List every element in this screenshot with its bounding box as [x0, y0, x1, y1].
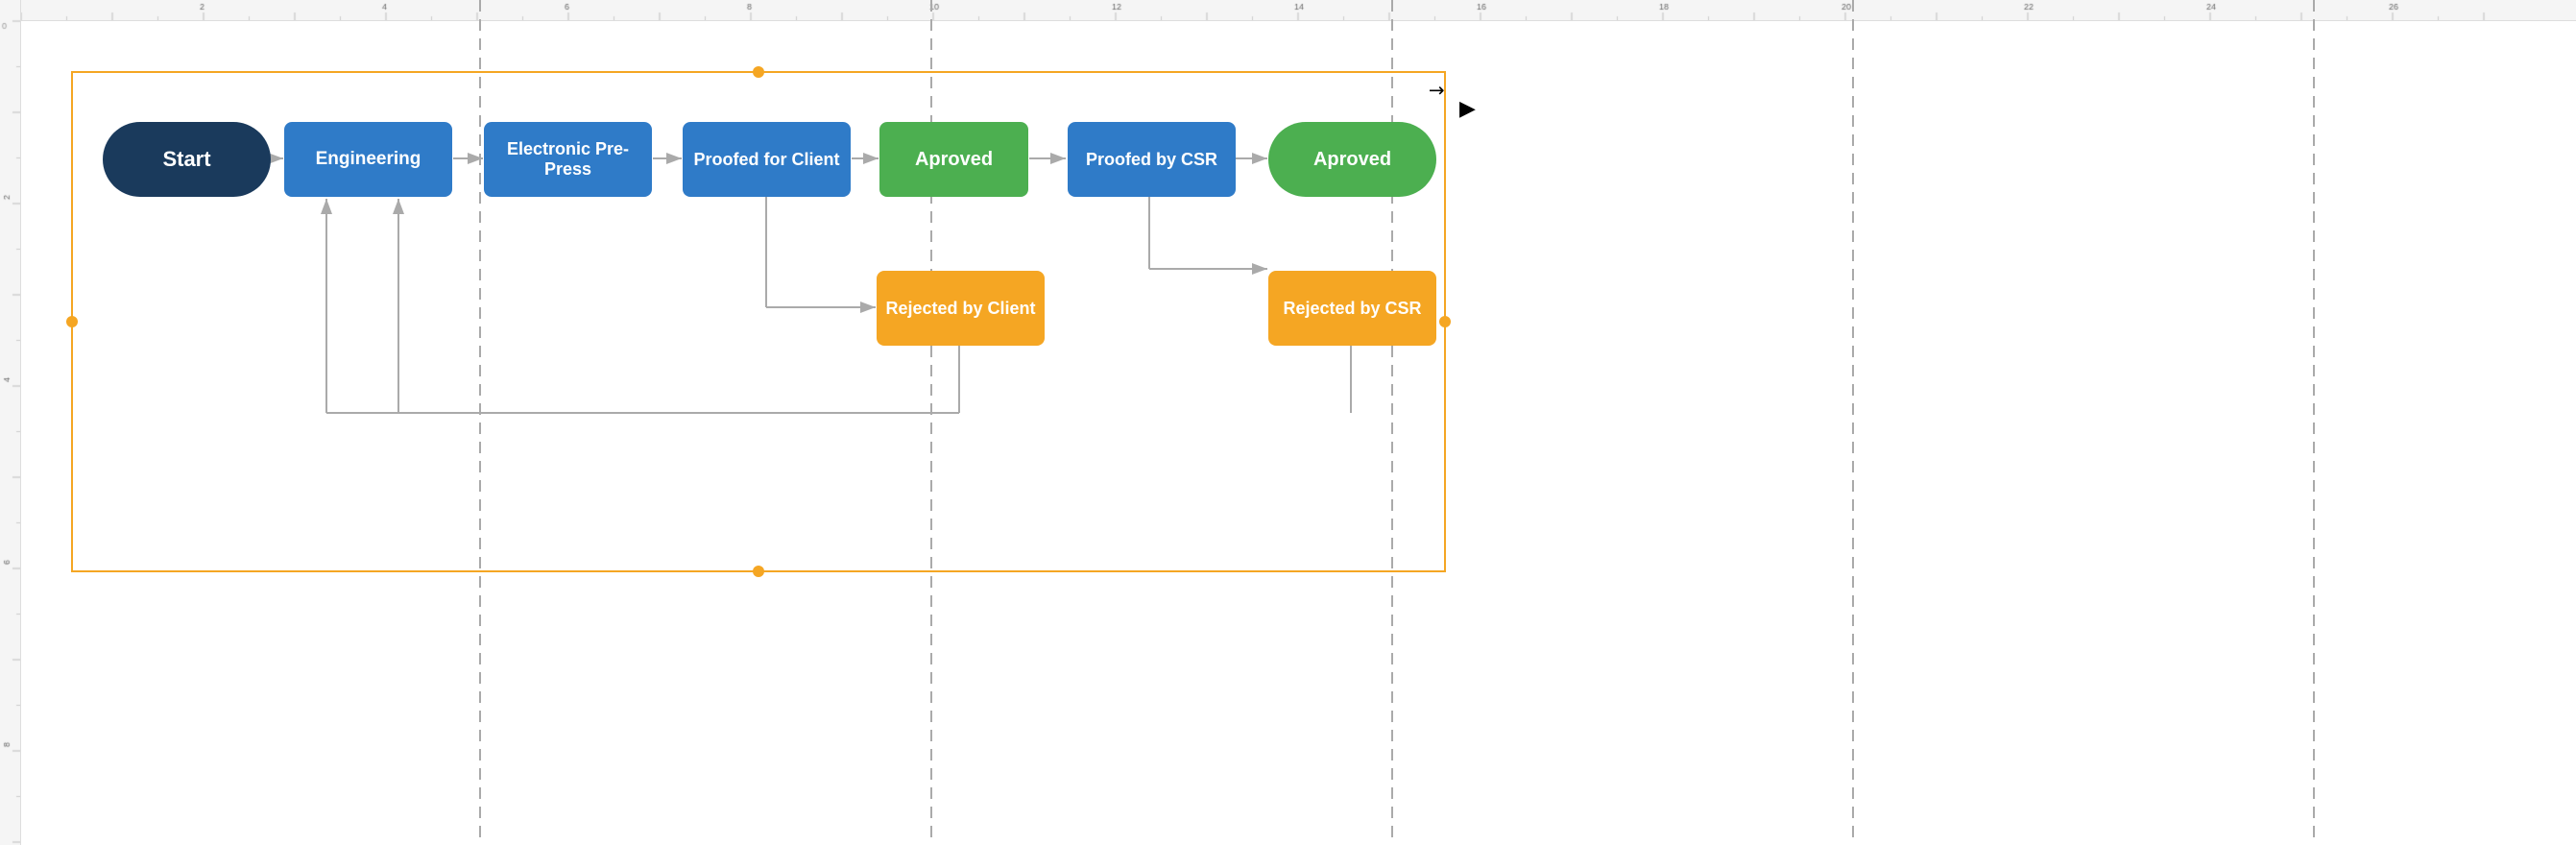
handle-right [1439, 316, 1451, 327]
ruler-top [0, 0, 2576, 21]
node-proofed-by-csr[interactable]: Proofed by CSR [1068, 122, 1236, 197]
node-aproved-1[interactable]: Aproved [879, 122, 1028, 197]
node-rejected-by-csr-label: Rejected by CSR [1283, 299, 1421, 319]
handle-top [753, 66, 764, 78]
node-engineering[interactable]: Engineering [284, 122, 452, 197]
node-start[interactable]: Start [103, 122, 271, 197]
handle-bottom [753, 566, 764, 577]
handle-left [66, 316, 78, 327]
node-electronic-pre-press[interactable]: Electronic Pre-Press [484, 122, 652, 197]
node-rejected-by-csr[interactable]: Rejected by CSR [1268, 271, 1436, 346]
node-rejected-by-client-label: Rejected by Client [885, 299, 1035, 319]
resize-handle-icon[interactable]: ↖ [1423, 77, 1452, 106]
node-aproved-1-label: Aproved [915, 149, 993, 171]
node-aproved-2-label: Aproved [1313, 149, 1391, 171]
node-rejected-by-client[interactable]: Rejected by Client [877, 271, 1045, 346]
canvas: Start Engineering Electronic Pre-Press P… [0, 0, 2576, 845]
node-start-label: Start [162, 147, 210, 172]
ruler-left [0, 0, 21, 845]
node-electronic-pre-press-label: Electronic Pre-Press [484, 139, 652, 180]
cursor-pointer: ▶ [1459, 96, 1476, 121]
node-proofed-for-client-label: Proofed for Client [694, 150, 840, 170]
node-proofed-by-csr-label: Proofed by CSR [1086, 150, 1217, 170]
node-aproved-2[interactable]: Aproved [1268, 122, 1436, 197]
node-engineering-label: Engineering [316, 149, 421, 170]
node-proofed-for-client[interactable]: Proofed for Client [683, 122, 851, 197]
